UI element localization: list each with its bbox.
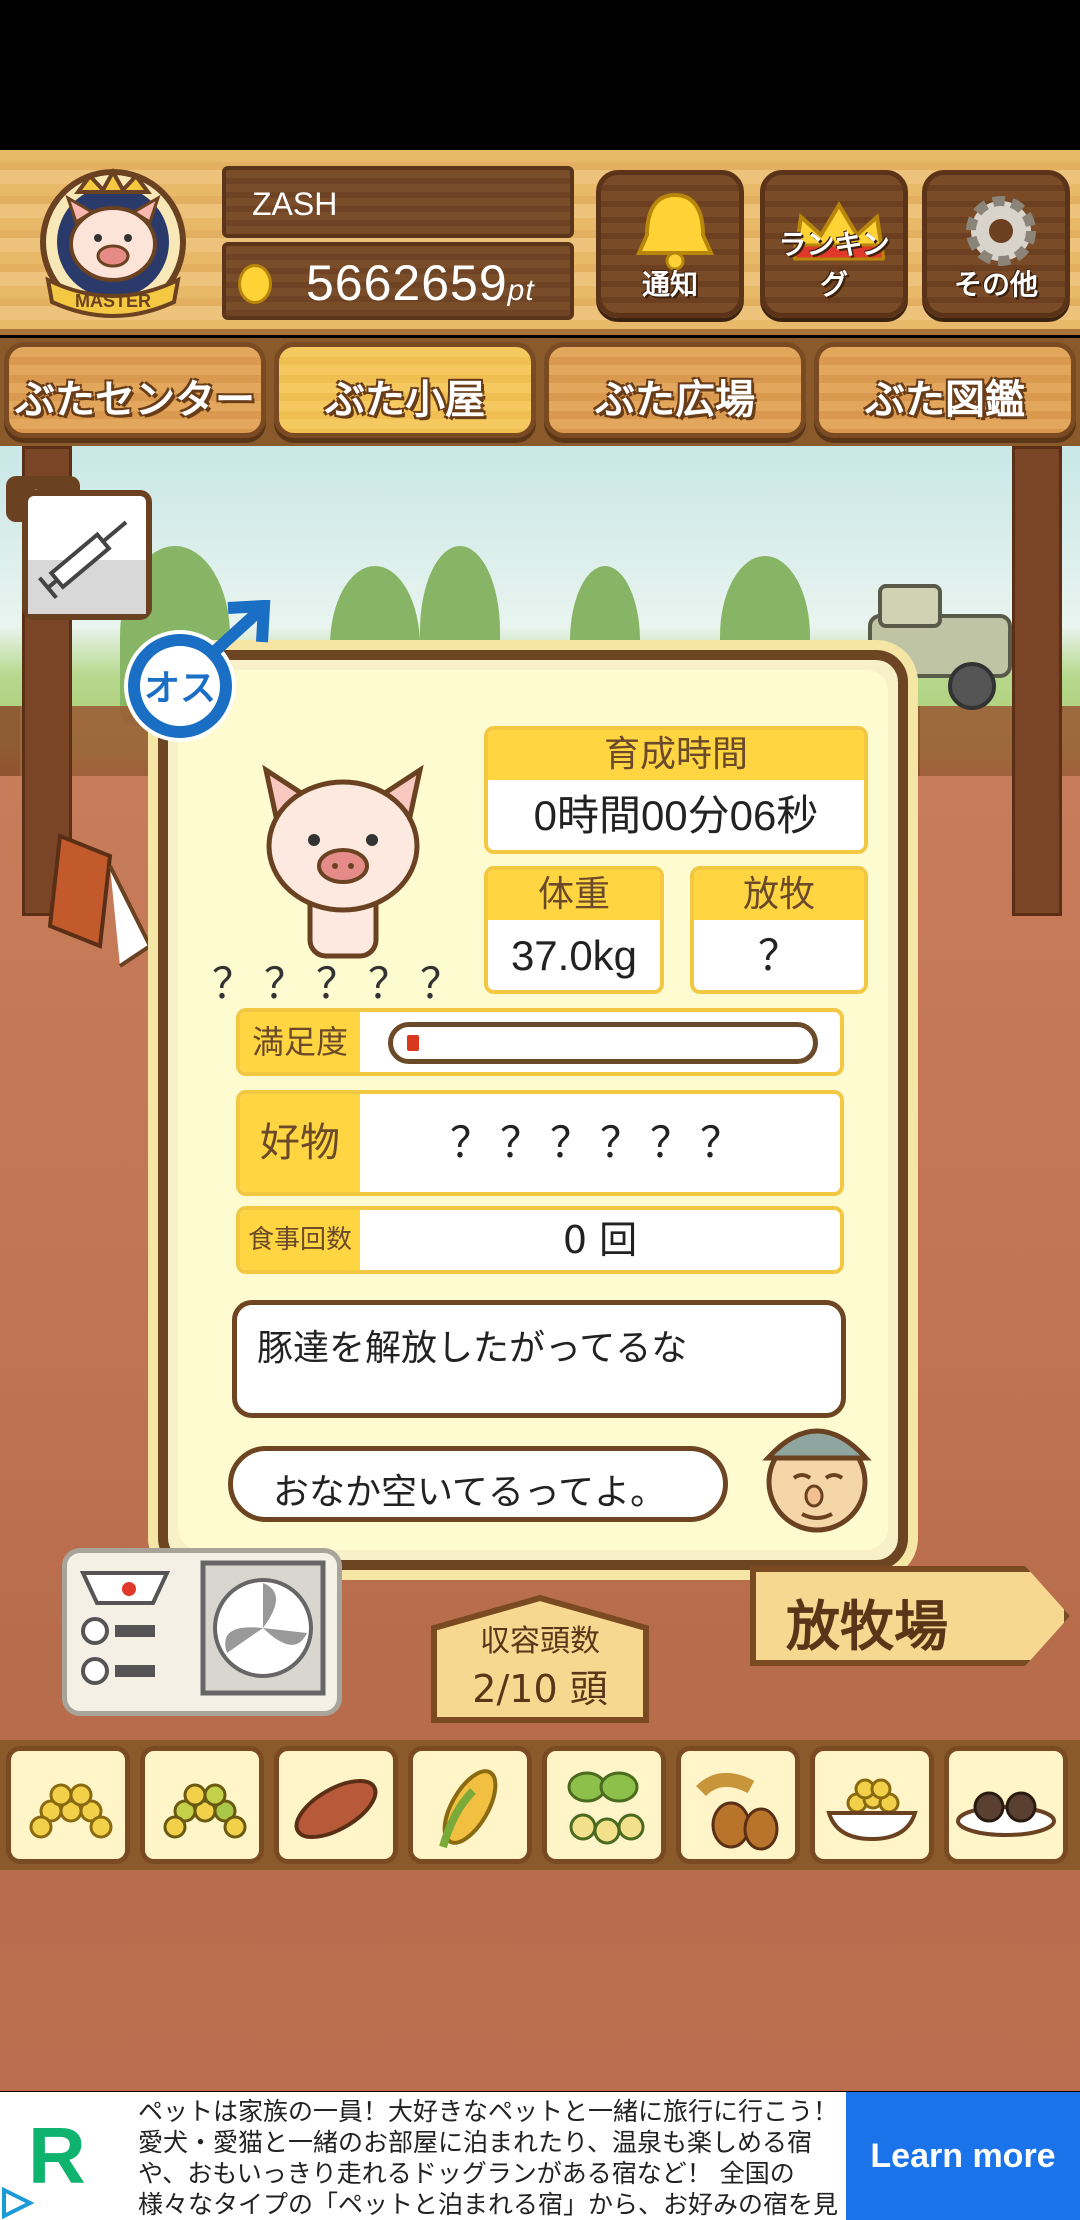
ad-text: ペットは家族の一員！大好きなペットと一緒に旅行に行こう！ 愛犬・愛猫と一緒のお部… — [138, 2097, 838, 2219]
mixed-grain-icon — [163, 1783, 247, 1839]
food-slot-mixed-grain[interactable] — [140, 1746, 264, 1864]
vegetables-icon — [567, 1771, 645, 1845]
coin-icon — [238, 264, 272, 304]
food-bar — [0, 1740, 1080, 1870]
meals-value: 0 回 — [562, 1218, 638, 1262]
corn-icon — [439, 1769, 498, 1849]
pasture-button[interactable]: 放牧場 — [750, 1566, 1070, 1666]
points-box: 5662659pt — [222, 242, 574, 320]
ranking-button[interactable]: ランキング — [760, 170, 908, 318]
fan-icon — [79, 1560, 326, 1696]
ad-logo: R — [28, 2111, 86, 2200]
satisfaction-bar-fill — [407, 1035, 419, 1051]
capacity-value: 2/10 頭 — [472, 1667, 608, 1711]
weight-box: 体重 37.0kg — [484, 866, 664, 994]
meals-row: 食事回数 0 回 — [236, 1206, 844, 1274]
ad-banner[interactable]: R ペットは家族の一員！大好きなペットと一緒に旅行に行こう！ 愛犬・愛猫と一緒の… — [0, 2092, 1080, 2220]
weight-label: 体重 — [488, 870, 660, 920]
satisfaction-bar — [388, 1022, 818, 1064]
tab-pig-plaza[interactable]: ぶた広場 — [544, 342, 806, 438]
points-unit: pt — [507, 274, 535, 307]
dialogue-line-2: おなか空いてるってよ。 — [273, 1472, 667, 1513]
header: MASTER ZASH 5662659pt 通知 ランキング その他 — [0, 150, 1080, 335]
dialogue-line-1: 豚達を解放したがってるな — [257, 1328, 688, 1369]
player-name-box: ZASH — [222, 166, 574, 238]
farmer-icon — [762, 1428, 872, 1533]
broken-sign-icon — [47, 833, 153, 968]
ventilation-panel[interactable] — [62, 1548, 342, 1716]
meals-label: 食事回数 — [240, 1210, 360, 1270]
points-value: 5662659 — [306, 255, 508, 311]
notification-button[interactable]: 通知 — [596, 170, 744, 318]
food-slot-corn[interactable] — [408, 1746, 532, 1864]
notification-label: 通知 — [641, 268, 698, 301]
soybean-bowl-icon — [826, 1778, 918, 1842]
tab-pig-plaza-label: ぶた広場 — [595, 377, 755, 423]
status-bar — [0, 0, 1080, 150]
tab-pig-house[interactable]: ぶた小屋 — [274, 342, 536, 438]
grazing-box: 放牧 ？ — [690, 866, 868, 994]
grain-icon — [29, 1783, 113, 1839]
food-slot-soybean-bowl[interactable] — [810, 1746, 934, 1864]
pasture-label: 放牧場 — [786, 1595, 948, 1658]
tab-pig-encyclopedia[interactable]: ぶた図鑑 — [814, 342, 1076, 438]
gender-label: オス — [144, 668, 216, 709]
favorite-label: 好物 — [240, 1094, 360, 1192]
truffle-plate-icon — [956, 1791, 1056, 1837]
weight-value: 37.0kg — [510, 932, 638, 979]
male-symbol-icon: オス — [124, 600, 271, 742]
grazing-label: 放牧 — [694, 870, 864, 920]
favorite-value: ？？？？？？ — [449, 1118, 750, 1167]
tab-pig-encyclopedia-label: ぶた図鑑 — [865, 377, 1025, 423]
food-slot-truffle-plate[interactable] — [944, 1746, 1068, 1864]
pig-name: ？？？？？ — [212, 959, 473, 1008]
food-slot-sweet-potato[interactable] — [274, 1746, 398, 1864]
tab-pig-center[interactable]: ぶたセンター — [4, 342, 266, 438]
adchoices-icon[interactable] — [0, 2186, 34, 2220]
food-slot-vegetables[interactable] — [542, 1746, 666, 1864]
grazing-value: ？ — [757, 932, 800, 979]
dialogue-bubble-1: 豚達を解放したがってるな — [232, 1300, 846, 1418]
acorn-icon — [696, 1773, 779, 1851]
tab-pig-center-label: ぶたセンター — [15, 377, 255, 423]
satisfaction-label: 満足度 — [240, 1012, 360, 1072]
tab-pig-house-label: ぶた小屋 — [325, 377, 485, 423]
raising-time-label: 育成時間 — [488, 730, 864, 780]
main-tabs: ぶたセンター ぶた小屋 ぶた広場 ぶた図鑑 — [0, 338, 1080, 446]
avatar-badge-text: MASTER — [75, 291, 151, 311]
raising-time-box: 育成時間 0時間00分06秒 — [484, 726, 868, 854]
ranking-label: ランキング — [778, 228, 890, 301]
capacity-label: 収容頭数 — [480, 1624, 600, 1659]
player-name: ZASH — [252, 186, 338, 222]
favorite-row: 好物 ？？？？？？ — [236, 1090, 844, 1196]
raising-time-value: 0時間00分06秒 — [533, 792, 819, 839]
sweet-potato-icon — [294, 1779, 378, 1839]
learn-more-button[interactable]: Learn more — [846, 2092, 1080, 2220]
settings-button[interactable]: その他 — [922, 170, 1070, 318]
dialogue-bubble-2: おなか空いてるってよ。 — [228, 1446, 728, 1522]
satisfaction-row: 満足度 — [236, 1008, 844, 1076]
syringe-icon — [28, 520, 146, 614]
capacity-sign: 収容頭数 2/10 頭 — [430, 1594, 650, 1724]
avatar[interactable]: MASTER — [28, 162, 198, 322]
settings-label: その他 — [953, 268, 1038, 301]
pig-icon — [262, 764, 424, 959]
food-slot-acorn[interactable] — [676, 1746, 800, 1864]
food-slot-grain[interactable] — [6, 1746, 130, 1864]
